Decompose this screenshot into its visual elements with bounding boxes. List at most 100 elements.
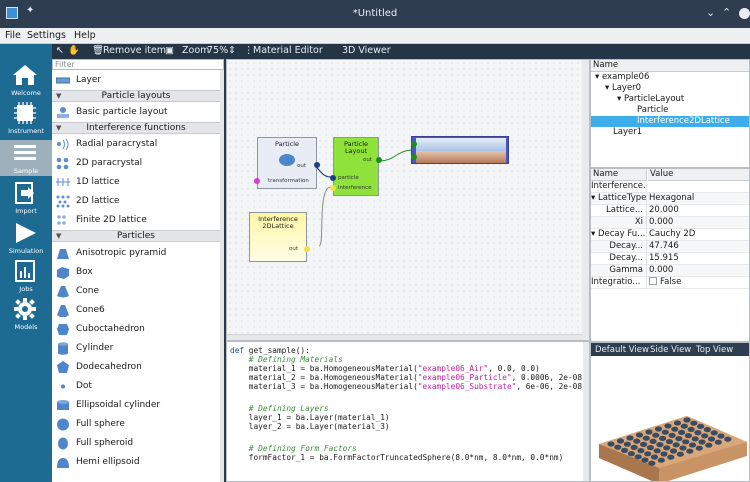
palette-item-layer[interactable]: Layer: [52, 71, 220, 90]
property-row-integration[interactable]: Integratio... False: [591, 277, 749, 289]
tree-item-label: Particle: [637, 105, 669, 115]
palette-item-cylinder[interactable]: Cylinder: [52, 339, 220, 358]
layer-substrate[interactable]: [416, 151, 506, 163]
property-row-decay-length-1[interactable]: Decay... 47.746: [591, 241, 749, 253]
palette-item-label: Ellipsoidal cylinder: [76, 400, 161, 410]
sample-design-canvas[interactable]: Particle out transformation Particle Lay…: [226, 59, 590, 341]
remove-item-button[interactable]: Remove item: [103, 45, 166, 56]
property-row-lattice-length[interactable]: Lattice... 20.000: [591, 205, 749, 217]
canvas-vertical-scrollbar[interactable]: [582, 60, 589, 340]
port-transformation[interactable]: [254, 178, 260, 184]
default-view-button[interactable]: Default View: [595, 345, 649, 355]
property-row-decay-length-2[interactable]: Decay... 15.915: [591, 253, 749, 265]
category-particle-layouts[interactable]: ▼ Particle layouts: [52, 90, 220, 102]
particle-layout-node[interactable]: Particle Layout out particle interferenc…: [330, 137, 382, 196]
particle-3d: [656, 442, 664, 448]
menu-help[interactable]: Help: [74, 30, 96, 41]
palette-item-anisotropic-pyramid[interactable]: Anisotropic pyramid: [52, 244, 220, 263]
minimize-icon[interactable]: ⌄: [706, 6, 715, 19]
palette-item-ellipsoidal-cylinder[interactable]: Ellipsoidal cylinder: [52, 396, 220, 415]
palette-item-2d-paracrystal[interactable]: 2D paracrystal: [52, 154, 220, 173]
palette-item-1d-lattice[interactable]: 1D lattice: [52, 173, 220, 192]
menu-settings[interactable]: Settings: [27, 30, 66, 41]
port-interference[interactable]: [330, 185, 336, 191]
tree-item-layer1[interactable]: Layer1: [613, 127, 642, 138]
palette-item-hemi-ellipsoid[interactable]: Hemi ellipsoid: [52, 453, 220, 472]
side-view-button[interactable]: Side View: [650, 345, 691, 355]
palette-item-box[interactable]: Box: [52, 263, 220, 282]
sample-tree-view[interactable]: Name ▾ example06 ▾ Layer0 ▾ ParticleLayo…: [590, 59, 750, 168]
nav-import[interactable]: Import: [0, 180, 52, 216]
property-row-gamma[interactable]: Gamma 0.000: [591, 265, 749, 277]
port-out[interactable]: [304, 246, 310, 252]
palette-item-cone[interactable]: Cone: [52, 282, 220, 301]
pan-mode-icon[interactable]: ✋: [68, 45, 80, 56]
property-value[interactable]: Cauchy 2D: [649, 229, 695, 240]
integration-checkbox[interactable]: [649, 277, 657, 285]
nav-welcome[interactable]: Welcome: [0, 62, 52, 98]
property-value[interactable]: 0.000: [649, 217, 673, 228]
palette-item-finite-2d-lattice[interactable]: Finite 2D lattice: [52, 211, 220, 230]
select-mode-icon[interactable]: ↖: [56, 45, 64, 56]
multilayer-node[interactable]: [411, 136, 509, 164]
property-value[interactable]: 47.746: [649, 241, 679, 252]
tree-item-interference2dlattice[interactable]: Interference2DLattice: [591, 116, 749, 127]
tree-item-layer0[interactable]: ▾ Layer0: [605, 83, 641, 94]
zoom-value[interactable]: 75%: [207, 45, 228, 56]
nav-sample[interactable]: Sample: [0, 140, 52, 176]
close-icon[interactable]: [739, 8, 750, 19]
property-editor[interactable]: Name Value Interference... ▾ LatticeType…: [590, 168, 750, 342]
property-value[interactable]: Hexagonal: [649, 193, 694, 204]
palette-item-radial-paracrystal[interactable]: Radial paracrystal: [52, 135, 220, 154]
category-particles[interactable]: ▼ Particles: [52, 230, 220, 242]
property-row-xi[interactable]: Xi 0.000: [591, 217, 749, 229]
palette-item-cone6[interactable]: Cone6: [52, 301, 220, 320]
top-view-button[interactable]: Top View: [696, 345, 733, 355]
property-row-decay-function[interactable]: ▾ Decay Fu... Cauchy 2D: [591, 229, 749, 241]
viewer-3d-button[interactable]: 3D Viewer: [342, 45, 391, 56]
maximize-icon[interactable]: ⌃: [722, 6, 731, 19]
palette-item-basic-particle-layout[interactable]: Basic particle layout: [52, 103, 220, 122]
tree-item-particle[interactable]: Particle: [637, 105, 668, 116]
editor-scrollbar[interactable]: [583, 342, 589, 481]
particle-3d: [717, 433, 725, 439]
nav-jobs[interactable]: Jobs: [0, 258, 52, 294]
palette-filter-input[interactable]: Filter: [52, 59, 224, 70]
category-interference-functions[interactable]: ▼ Interference functions: [52, 122, 220, 134]
palette-item-dot[interactable]: Dot: [52, 377, 220, 396]
tree-header[interactable]: Name: [591, 60, 749, 72]
property-name: ▾ LatticeType: [591, 193, 647, 205]
port-out[interactable]: [314, 162, 320, 168]
property-value[interactable]: 0.000: [649, 265, 673, 276]
property-value-header[interactable]: Value: [648, 169, 749, 181]
nav-instrument[interactable]: Instrument: [0, 100, 52, 136]
nav-models[interactable]: Models: [0, 296, 52, 332]
canvas-horizontal-scrollbar[interactable]: [227, 334, 583, 340]
zoom-spinner-icon[interactable]: ⇕: [228, 45, 236, 56]
port-out[interactable]: [376, 157, 382, 163]
property-value[interactable]: 15.915: [649, 253, 679, 264]
tree-item-particle-layout[interactable]: ▾ ParticleLayout: [617, 94, 684, 105]
property-name-header[interactable]: Name: [591, 169, 647, 181]
palette-item-full-spheroid[interactable]: Full spheroid: [52, 434, 220, 453]
property-value[interactable]: False: [649, 277, 681, 288]
palette-item-2d-lattice[interactable]: 2D lattice: [52, 192, 220, 211]
property-row-lattice-type[interactable]: ▾ LatticeType Hexagonal: [591, 193, 749, 205]
particle-node[interactable]: Particle out transformation: [254, 137, 320, 189]
property-value[interactable]: 20.000: [649, 205, 679, 216]
tree-item-example06[interactable]: ▾ example06: [595, 72, 649, 83]
port-particle[interactable]: [330, 175, 336, 181]
material-editor-button[interactable]: Material Editor: [253, 45, 323, 56]
palette-item-dodecahedron[interactable]: Dodecahedron: [52, 358, 220, 377]
python-script-editor[interactable]: def get_sample(): # Defining Materials m…: [226, 341, 590, 482]
menu-file[interactable]: File: [5, 30, 21, 41]
nav-simulation[interactable]: Simulation: [0, 220, 52, 256]
port-layout-substrate[interactable]: [411, 154, 417, 160]
palette-item-full-sphere[interactable]: Full sphere: [52, 415, 220, 434]
realspace-3d-view[interactable]: Default View Side View Top View: [590, 342, 750, 482]
port-layout-top[interactable]: [411, 141, 417, 147]
layer-top[interactable]: [416, 138, 506, 151]
palette-item-cuboctahedron[interactable]: Cuboctahedron: [52, 320, 220, 339]
interference-2d-lattice-node[interactable]: Interference 2DLattice out: [249, 212, 310, 262]
palette-scrollbar[interactable]: [220, 70, 224, 482]
